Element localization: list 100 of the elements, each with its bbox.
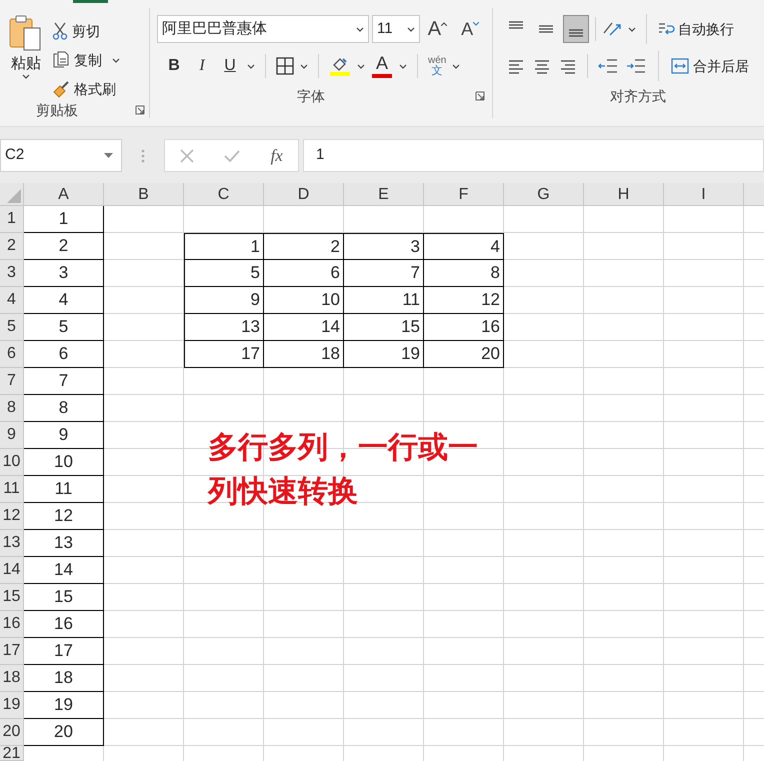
dropdown-icon[interactable] — [104, 153, 113, 158]
table-cell: 2 — [264, 233, 344, 260]
column-header[interactable]: G — [504, 183, 584, 206]
table-cell: 20 — [24, 719, 104, 746]
column-header[interactable]: A — [24, 183, 104, 206]
increase-indent-icon[interactable] — [626, 58, 646, 74]
table-cell: 12 — [24, 503, 104, 530]
chevron-icon[interactable] — [628, 26, 636, 32]
caret-down-icon — [473, 22, 480, 26]
underline-button[interactable]: U — [219, 54, 241, 78]
table-cell: 4 — [424, 233, 504, 260]
row-header[interactable]: 1 — [0, 206, 24, 233]
font-color-button[interactable]: A — [371, 54, 393, 78]
column-header[interactable]: H — [584, 183, 664, 206]
row-header[interactable]: 19 — [0, 692, 24, 719]
chevron-icon[interactable] — [247, 64, 255, 68]
table-cell: 10 — [264, 287, 344, 314]
table-cell: 12 — [424, 287, 504, 314]
chevron-icon[interactable] — [399, 64, 407, 68]
wrap-text-button[interactable]: 自动换行 — [657, 18, 734, 40]
grip-icon — [141, 148, 145, 164]
bold-button[interactable]: B — [163, 54, 185, 78]
column-header[interactable]: I — [664, 183, 744, 206]
font-name-field[interactable]: 阿里巴巴普惠体 — [157, 15, 369, 43]
increase-font-button[interactable]: A — [422, 15, 452, 43]
table-cell: 11 — [344, 287, 424, 314]
table-cell: 14 — [264, 314, 344, 341]
chevron-icon[interactable] — [406, 26, 415, 32]
row-header[interactable]: 20 — [0, 719, 24, 746]
row-header[interactable]: 2 — [0, 233, 24, 260]
row-header[interactable]: 15 — [0, 584, 24, 611]
chevron-icon[interactable] — [356, 26, 364, 32]
chevron-icon[interactable] — [357, 64, 365, 68]
row-header[interactable]: 9 — [0, 422, 24, 449]
table-cell: 13 — [184, 314, 264, 341]
insert-function-button[interactable]: fx — [270, 142, 283, 168]
formula-input[interactable]: 1 — [303, 139, 764, 172]
table-cell: 5 — [24, 314, 104, 341]
table-cell: 1 — [24, 206, 104, 233]
phonetic-button[interactable]: wén 文 — [428, 55, 446, 77]
copy-icon — [52, 51, 70, 69]
row-header[interactable]: 17 — [0, 638, 24, 665]
chevron-icon[interactable] — [112, 58, 120, 62]
group-label: 字体 — [297, 86, 325, 106]
row-header[interactable]: 3 — [0, 260, 24, 287]
row-header[interactable]: 6 — [0, 341, 24, 368]
row-header[interactable]: 21 — [0, 746, 24, 761]
table-cell: 1 — [184, 233, 264, 260]
copy-button[interactable]: 复制 — [52, 48, 102, 72]
scissors-icon — [52, 22, 68, 40]
format-painter-button[interactable]: 格式刷 — [52, 78, 120, 100]
column-header[interactable]: D — [264, 183, 344, 206]
table-cell: 3 — [24, 260, 104, 287]
row-header[interactable]: 13 — [0, 530, 24, 557]
column-header[interactable]: F — [424, 183, 504, 206]
table-cell: 19 — [24, 692, 104, 719]
table-cell: 3 — [344, 233, 424, 260]
align-bottom-icon — [569, 29, 583, 37]
table-cell: 6 — [24, 341, 104, 368]
chevron-icon[interactable] — [300, 64, 308, 68]
table-cell: 5 — [184, 260, 264, 287]
table-cell: 7 — [24, 368, 104, 395]
row-header[interactable]: 12 — [0, 503, 24, 530]
column-header[interactable]: E — [344, 183, 424, 206]
column-header[interactable]: C — [184, 183, 264, 206]
row-header[interactable]: 5 — [0, 314, 24, 341]
row-header[interactable]: 4 — [0, 287, 24, 314]
cut-button[interactable]: 剪切 — [52, 20, 120, 42]
table-cell: 16 — [24, 611, 104, 638]
borders-icon[interactable] — [276, 57, 294, 75]
name-box[interactable]: C2 — [0, 139, 122, 172]
row-header[interactable]: 18 — [0, 665, 24, 692]
dialog-launcher-icon[interactable] — [135, 105, 145, 115]
decrease-indent-icon[interactable] — [598, 58, 618, 74]
table-cell: 13 — [24, 530, 104, 557]
row-header[interactable]: 14 — [0, 557, 24, 584]
row-header[interactable]: 8 — [0, 395, 24, 422]
chevron-icon[interactable] — [22, 74, 30, 79]
table-cell: 8 — [24, 395, 104, 422]
chevron-icon[interactable] — [452, 64, 460, 68]
align-bottom-button[interactable] — [563, 15, 589, 43]
align-middle-icon — [539, 25, 553, 33]
paste-button[interactable]: 粘贴 — [0, 12, 52, 100]
merge-center-button[interactable]: 合并后居 — [671, 56, 749, 76]
row-header[interactable]: 16 — [0, 611, 24, 638]
table-cell: 18 — [24, 665, 104, 692]
table-cell: 19 — [344, 341, 424, 368]
column-header[interactable]: B — [104, 183, 184, 206]
row-header[interactable]: 10 — [0, 449, 24, 476]
font-size-field[interactable]: 11 — [372, 15, 420, 43]
align-top-icon — [509, 21, 523, 29]
dialog-launcher-icon[interactable] — [475, 91, 485, 101]
row-header[interactable]: 7 — [0, 368, 24, 395]
row-header[interactable]: 11 — [0, 476, 24, 503]
annotation-text: 多行多列，一行或一列快速转换 — [208, 430, 478, 510]
table-cell: 9 — [24, 422, 104, 449]
decrease-font-button[interactable]: A — [455, 15, 485, 43]
table-cell: 14 — [24, 557, 104, 584]
italic-button[interactable]: I — [191, 54, 213, 78]
table-cell: 7 — [344, 260, 424, 287]
